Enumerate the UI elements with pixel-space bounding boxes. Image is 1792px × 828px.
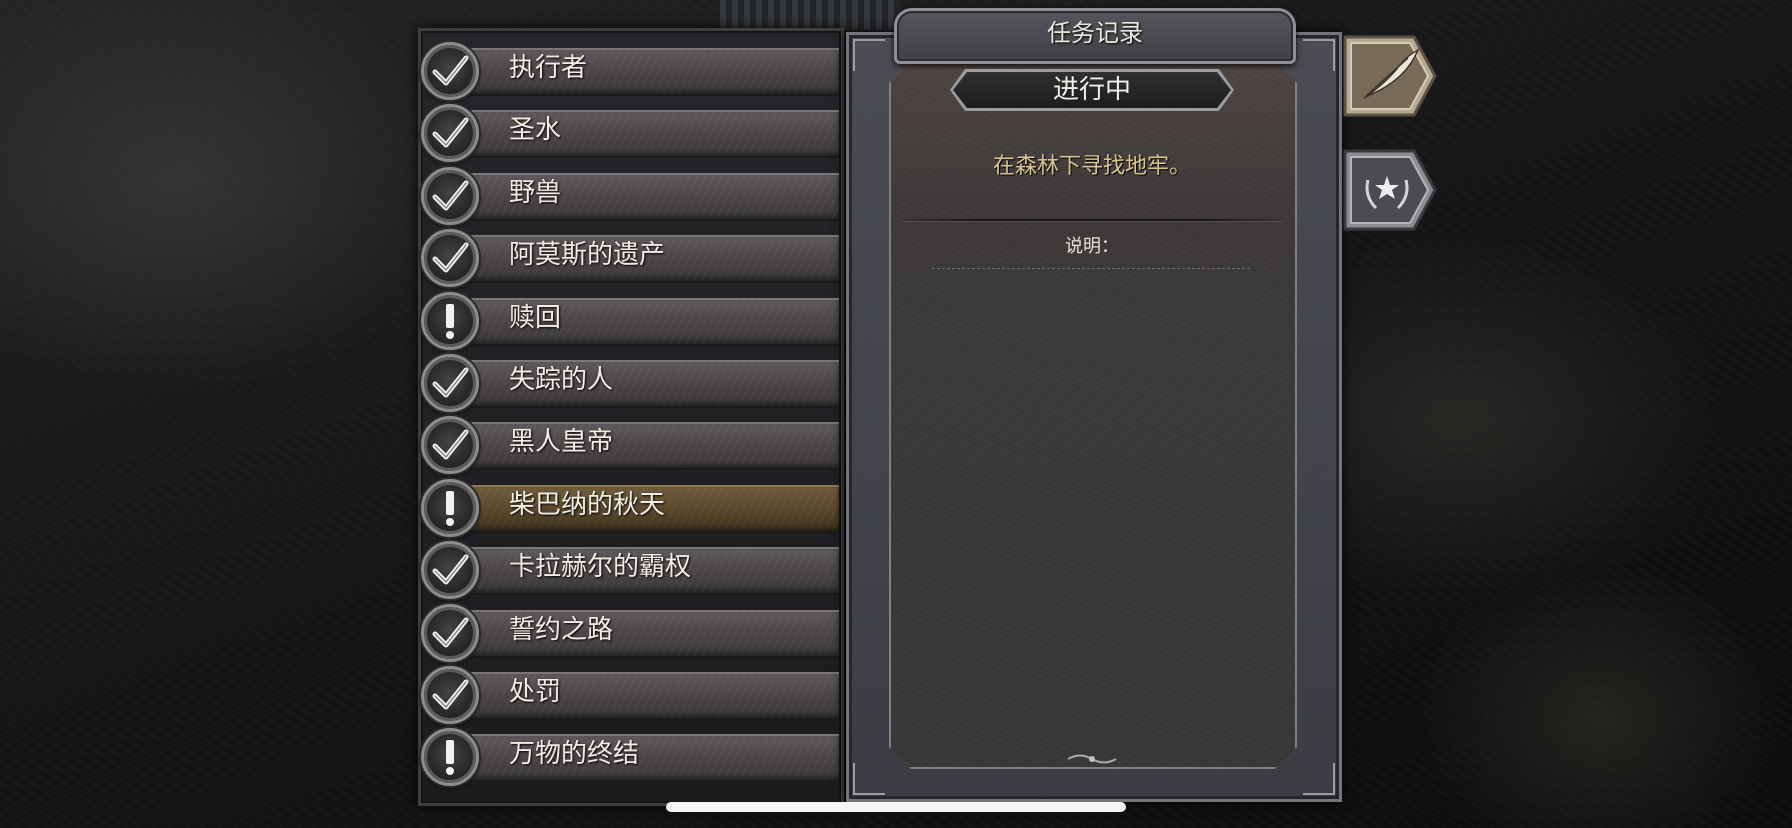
corner-ornament bbox=[1303, 763, 1335, 795]
star-laurel-icon bbox=[1343, 149, 1437, 231]
exclamation-icon bbox=[421, 728, 479, 786]
quest-name: 野兽 bbox=[509, 178, 562, 208]
quest-status: 进行中 bbox=[1052, 75, 1131, 105]
quest-name: 赎回 bbox=[509, 303, 562, 333]
exclamation-icon bbox=[421, 479, 479, 537]
quest-name: 万物的终结 bbox=[509, 739, 640, 769]
quest-row[interactable]: 柴巴纳的秋天 bbox=[421, 473, 841, 537]
quest-name: 誓约之路 bbox=[509, 615, 614, 645]
quest-row[interactable]: 执行者 bbox=[421, 36, 841, 100]
background-wall bbox=[720, 0, 900, 30]
quest-row[interactable]: 黑人皇帝 bbox=[421, 410, 841, 474]
divider bbox=[902, 219, 1282, 221]
quest-name: 执行者 bbox=[509, 53, 588, 83]
description-divider bbox=[932, 268, 1250, 270]
corner-ornament bbox=[853, 763, 885, 795]
quill-icon bbox=[1343, 35, 1437, 117]
quest-row[interactable]: 野兽 bbox=[421, 161, 841, 225]
checkmark-icon bbox=[421, 104, 479, 162]
quest-name: 处罚 bbox=[509, 677, 562, 707]
checkmark-icon bbox=[421, 416, 479, 474]
description-label: 说明： bbox=[1065, 236, 1119, 257]
checkmark-icon bbox=[421, 354, 479, 412]
quest-row[interactable]: 卡拉赫尔的霸权 bbox=[421, 535, 841, 599]
quest-name: 卡拉赫尔的霸权 bbox=[509, 552, 692, 582]
scroll-ornament-icon bbox=[1067, 754, 1117, 764]
checkmark-icon bbox=[421, 604, 479, 662]
quest-name: 圣水 bbox=[509, 115, 562, 145]
quest-name: 柴巴纳的秋天 bbox=[509, 490, 666, 520]
journal-title: 任务记录 bbox=[1047, 19, 1143, 47]
checkmark-icon bbox=[421, 666, 479, 724]
quest-row[interactable]: 誓约之路 bbox=[421, 598, 841, 662]
quest-name: 失踪的人 bbox=[509, 365, 614, 395]
achievements-tab-button[interactable] bbox=[1342, 148, 1438, 232]
quest-journal-tab-button[interactable] bbox=[1342, 34, 1438, 118]
corner-ornament bbox=[853, 39, 885, 71]
journal-title-plate: 任务记录 bbox=[894, 8, 1296, 64]
checkmark-icon bbox=[421, 229, 479, 287]
quest-name: 黑人皇帝 bbox=[509, 427, 614, 457]
corner-ornament bbox=[1303, 39, 1335, 71]
home-indicator[interactable] bbox=[666, 802, 1126, 812]
checkmark-icon bbox=[421, 42, 479, 100]
quest-row[interactable]: 圣水 bbox=[421, 98, 841, 162]
quest-row[interactable]: 万物的终结 bbox=[421, 722, 841, 786]
quest-name: 阿莫斯的遗产 bbox=[509, 240, 666, 270]
checkmark-icon bbox=[421, 167, 479, 225]
quest-list: 执行者圣水野兽阿莫斯的遗产 赎回失踪的人黑人皇帝柴巴纳的秋天 卡拉赫尔的霸权 誓约之路… bbox=[418, 28, 844, 806]
checkmark-icon bbox=[421, 541, 479, 599]
exclamation-icon bbox=[421, 292, 479, 350]
quest-row[interactable]: 赎回 bbox=[421, 286, 841, 350]
quest-objective: 在森林下寻找地牢。 bbox=[992, 154, 1191, 179]
quest-row[interactable]: 阿莫斯的遗产 bbox=[421, 223, 841, 287]
quest-row[interactable]: 处罚 bbox=[421, 660, 841, 724]
quest-row[interactable]: 失踪的人 bbox=[421, 348, 841, 412]
